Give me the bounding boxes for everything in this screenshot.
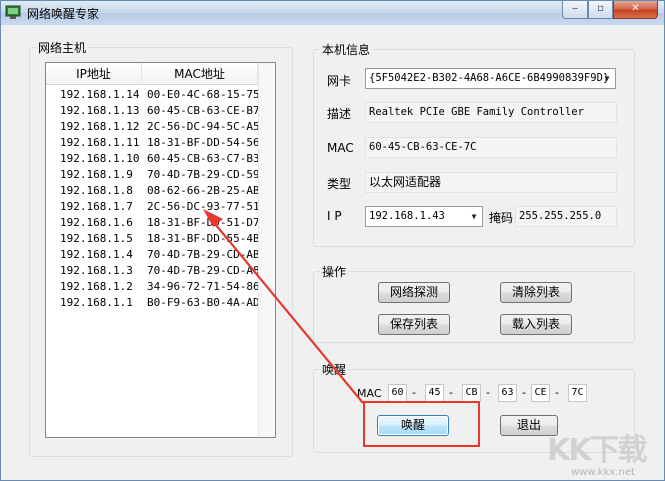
host-ip: 192.168.1.3 (60, 264, 133, 277)
host-ip: 192.168.1.1 (60, 296, 133, 309)
app-window: 网络唤醒专家 ‒ ▫ ✕ 网络主机 IP地址 MAC地址 192.168.1.1… (0, 0, 665, 481)
watermark: KK下载 www.kkx.net (541, 423, 663, 479)
host-mac: B0-F9-63-B0-4A-AD (147, 296, 260, 309)
host-mac: 18-31-BF-DD-51-D7 (147, 216, 260, 229)
host-ip: 192.168.1.10 (60, 152, 140, 165)
host-ip: 192.168.1.4 (60, 248, 133, 261)
watermark-url: www.kkx.net (571, 467, 635, 478)
host-ip: 192.168.1.9 (60, 168, 133, 181)
ip-select-value: 192.168.1.43 (369, 210, 445, 222)
table-row[interactable]: 192.168.1.4 70-4D-7B-29-CD-AB (46, 247, 260, 263)
host-list-body: 192.168.1.14 00-E0-4C-68-15-75 192.168.1.1… (46, 87, 260, 311)
host-mac: 2C-56-DC-93-77-51 (147, 200, 260, 213)
wake-mac-label: MAC (357, 387, 382, 400)
mac-octet-6[interactable]: 7C (568, 384, 587, 402)
host-mac: 60-45-CB-63-CE-B7 (147, 104, 260, 117)
table-row[interactable]: 192.168.1.10 60-45-CB-63-C7-B3 (46, 151, 260, 167)
table-row[interactable]: 192.168.1.1 B0-F9-63-B0-4A-AD (46, 295, 260, 311)
table-row[interactable]: 192.168.1.8 08-62-66-2B-25-AB (46, 183, 260, 199)
host-ip: 192.168.1.6 (60, 216, 133, 229)
desc-label: 描述 (327, 107, 352, 121)
column-header-ip[interactable]: IP地址 (46, 63, 142, 85)
type-label: 类型 (327, 177, 352, 191)
host-mac: 2C-56-DC-94-5C-A5 (147, 120, 260, 133)
table-row[interactable]: 192.168.1.3 70-4D-7B-29-CD-A8 (46, 263, 260, 279)
title-bar[interactable]: 网络唤醒专家 ‒ ▫ ✕ (1, 1, 664, 25)
nic-select[interactable]: {5F5042E2-B302-4A68-A6CE-6B4990839F9D} ▼ (365, 68, 616, 89)
table-row[interactable]: 192.168.1.7 2C-56-DC-93-77-51 (46, 199, 260, 215)
operations-group: 操作 (313, 263, 635, 343)
desc-field: Realtek PCIe GBE Family Controller (365, 102, 617, 123)
host-ip: 192.168.1.8 (60, 184, 133, 197)
table-row[interactable]: 192.168.1.2 34-96-72-71-54-86 (46, 279, 260, 295)
chevron-down-icon: ▼ (604, 74, 610, 83)
ip-select[interactable]: 192.168.1.43 ▼ (365, 206, 483, 227)
host-ip: 192.168.1.12 (60, 120, 140, 133)
chevron-down-icon: ▼ (471, 212, 477, 221)
table-row[interactable]: 192.168.1.13 60-45-CB-63-CE-B7 (46, 103, 260, 119)
host-mac: 70-4D-7B-29-CD-AB (147, 248, 260, 261)
host-ip: 192.168.1.11 (60, 136, 140, 149)
mac-separator: - (555, 386, 559, 399)
table-row[interactable]: 192.168.1.12 2C-56-DC-94-5C-A5 (46, 119, 260, 135)
host-mac: 60-45-CB-63-C7-B3 (147, 152, 260, 165)
mask-label: 掩码 (489, 211, 514, 225)
local-info-group-label: 本机信息 (320, 41, 373, 58)
host-ip: 192.168.1.14 (60, 88, 140, 101)
minimize-button[interactable]: ‒ (562, 1, 588, 19)
mac-separator: - (522, 386, 526, 399)
host-mac: 34-96-72-71-54-86 (147, 280, 260, 293)
table-row[interactable]: 192.168.1.5 18-31-BF-DD-55-4B (46, 231, 260, 247)
host-ip: 192.168.1.5 (60, 232, 133, 245)
mac-separator: - (449, 386, 453, 399)
maximize-button[interactable]: ▫ (588, 1, 613, 19)
mac-field: 60-45-CB-63-CE-7C (365, 137, 617, 158)
ip-label: I P (327, 209, 342, 223)
host-list-scrollbar[interactable] (258, 63, 275, 437)
host-mac: 70-4D-7B-29-CD-A8 (147, 264, 260, 277)
table-row[interactable]: 192.168.1.6 18-31-BF-DD-51-D7 (46, 215, 260, 231)
table-row[interactable]: 192.168.1.9 70-4D-7B-29-CD-59 (46, 167, 260, 183)
column-header-mac[interactable]: MAC地址 (142, 63, 258, 85)
operations-group-label: 操作 (320, 263, 349, 280)
wake-group-label: 唤醒 (320, 361, 349, 378)
host-mac: 00-E0-4C-68-15-75 (147, 88, 260, 101)
mac-octet-3[interactable]: CB (462, 384, 481, 402)
watermark-logo: KK下载 (547, 433, 647, 468)
host-mac: 18-31-BF-DD-54-56 (147, 136, 260, 149)
window-title: 网络唤醒专家 (27, 7, 100, 21)
save-list-button[interactable]: 保存列表 (378, 314, 450, 335)
host-list-group-label: 网络主机 (36, 39, 89, 56)
host-ip: 192.168.1.2 (60, 280, 133, 293)
load-list-button[interactable]: 载入列表 (500, 314, 572, 335)
host-list[interactable]: IP地址 MAC地址 192.168.1.14 00-E0-4C-68-15-75… (45, 62, 276, 438)
host-list-header: IP地址 MAC地址 (46, 63, 275, 85)
table-row[interactable]: 192.168.1.14 00-E0-4C-68-15-75 (46, 87, 260, 103)
nic-label: 网卡 (327, 74, 352, 88)
mac-label: MAC (327, 141, 354, 155)
close-button[interactable]: ✕ (613, 1, 658, 19)
mac-octet-5[interactable]: CE (531, 384, 550, 402)
clear-list-button[interactable]: 清除列表 (500, 282, 572, 303)
table-row[interactable]: 192.168.1.11 18-31-BF-DD-54-56 (46, 135, 260, 151)
host-mac: 70-4D-7B-29-CD-59 (147, 168, 260, 181)
annotation-highlight-box (363, 401, 480, 447)
app-icon (5, 5, 21, 19)
mac-octet-2[interactable]: 45 (425, 384, 444, 402)
mac-separator: - (412, 386, 416, 399)
nic-select-value: {5F5042E2-B302-4A68-A6CE-6B4990839F9D} (369, 72, 610, 84)
mac-separator: - (486, 386, 490, 399)
host-mac: 18-31-BF-DD-55-4B (147, 232, 260, 245)
host-mac: 08-62-66-2B-25-AB (147, 184, 260, 197)
host-ip: 192.168.1.7 (60, 200, 133, 213)
mask-field: 255.255.255.0 (515, 206, 617, 227)
mac-octet-4[interactable]: 63 (498, 384, 517, 402)
mac-octet-1[interactable]: 60 (388, 384, 407, 402)
type-field: 以太网适配器 (365, 172, 617, 193)
host-ip: 192.168.1.13 (60, 104, 140, 117)
probe-network-button[interactable]: 网络探测 (378, 282, 450, 303)
